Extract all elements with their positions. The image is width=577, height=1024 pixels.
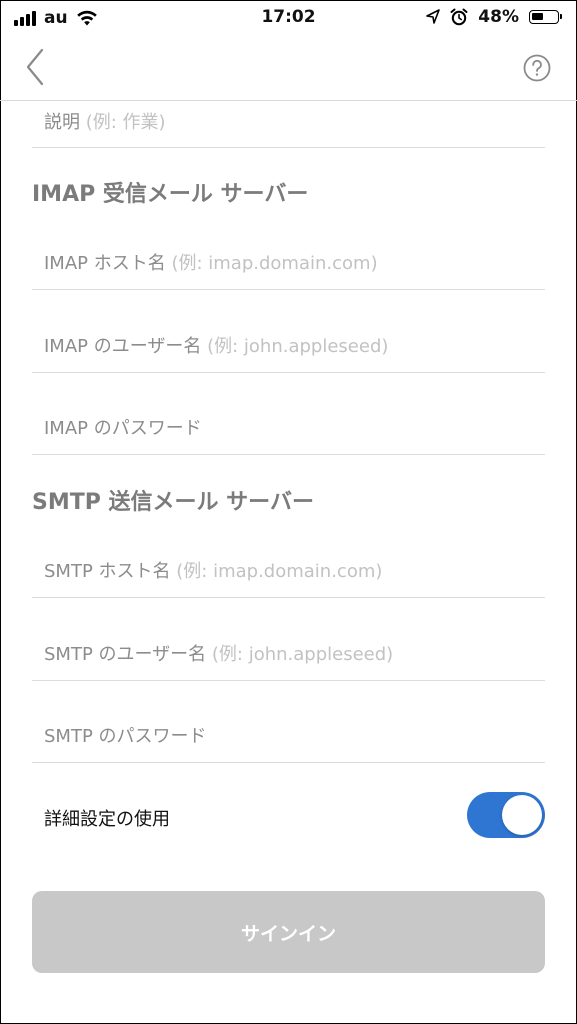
- help-question-icon[interactable]: [523, 54, 551, 82]
- imap-password-label: IMAP のパスワード: [44, 418, 202, 439]
- alarm-icon: [450, 8, 468, 26]
- navigation-bar: [0, 36, 577, 101]
- smtp-password-field[interactable]: SMTP のパスワード: [32, 680, 545, 763]
- battery-percent: 48%: [478, 7, 519, 27]
- imap-host-placeholder: (例: imap.domain.com): [171, 253, 378, 274]
- signin-button-label: サインイン: [240, 922, 336, 945]
- smtp-section-title: SMTP 送信メール サーバー: [32, 490, 314, 515]
- smtp-username-label: SMTP のユーザー名: [44, 644, 207, 665]
- imap-username-field[interactable]: IMAP のユーザー名 (例: john.appleseed): [32, 289, 545, 373]
- smtp-username-placeholder: (例: john.appleseed): [211, 644, 394, 665]
- description-placeholder: (例: 作業): [85, 112, 166, 133]
- imap-host-label: IMAP ホスト名: [44, 253, 166, 274]
- advanced-settings-label: 詳細設定の使用: [44, 809, 170, 830]
- description-label: 説明: [44, 112, 80, 133]
- imap-username-placeholder: (例: john.appleseed): [207, 336, 389, 357]
- signin-button[interactable]: サインイン: [32, 891, 545, 973]
- battery-level: [532, 13, 543, 20]
- advanced-settings-toggle[interactable]: [467, 792, 545, 838]
- smtp-host-placeholder: (例: imap.domain.com): [176, 561, 383, 582]
- imap-host-field[interactable]: IMAP ホスト名 (例: imap.domain.com): [32, 221, 545, 290]
- imap-username-label: IMAP のユーザー名: [44, 336, 202, 357]
- toggle-knob: [502, 795, 542, 835]
- battery-icon: [529, 10, 562, 24]
- status-right: 48%: [426, 7, 562, 27]
- advanced-settings-row: 詳細設定の使用: [32, 762, 545, 870]
- description-field[interactable]: 説明 (例: 作業): [32, 101, 545, 148]
- imap-password-field[interactable]: IMAP のパスワード: [32, 372, 545, 455]
- smtp-username-field[interactable]: SMTP のユーザー名 (例: john.appleseed): [32, 597, 545, 681]
- smtp-host-field[interactable]: SMTP ホスト名 (例: imap.domain.com): [32, 529, 545, 598]
- imap-section-title: IMAP 受信メール サーバー: [32, 182, 309, 207]
- status-bar: au 17:02 48%: [0, 0, 577, 36]
- back-chevron-icon[interactable]: [20, 46, 50, 88]
- smtp-password-label: SMTP のパスワード: [44, 726, 207, 747]
- smtp-host-label: SMTP ホスト名: [44, 561, 171, 582]
- location-arrow-icon: [426, 9, 441, 24]
